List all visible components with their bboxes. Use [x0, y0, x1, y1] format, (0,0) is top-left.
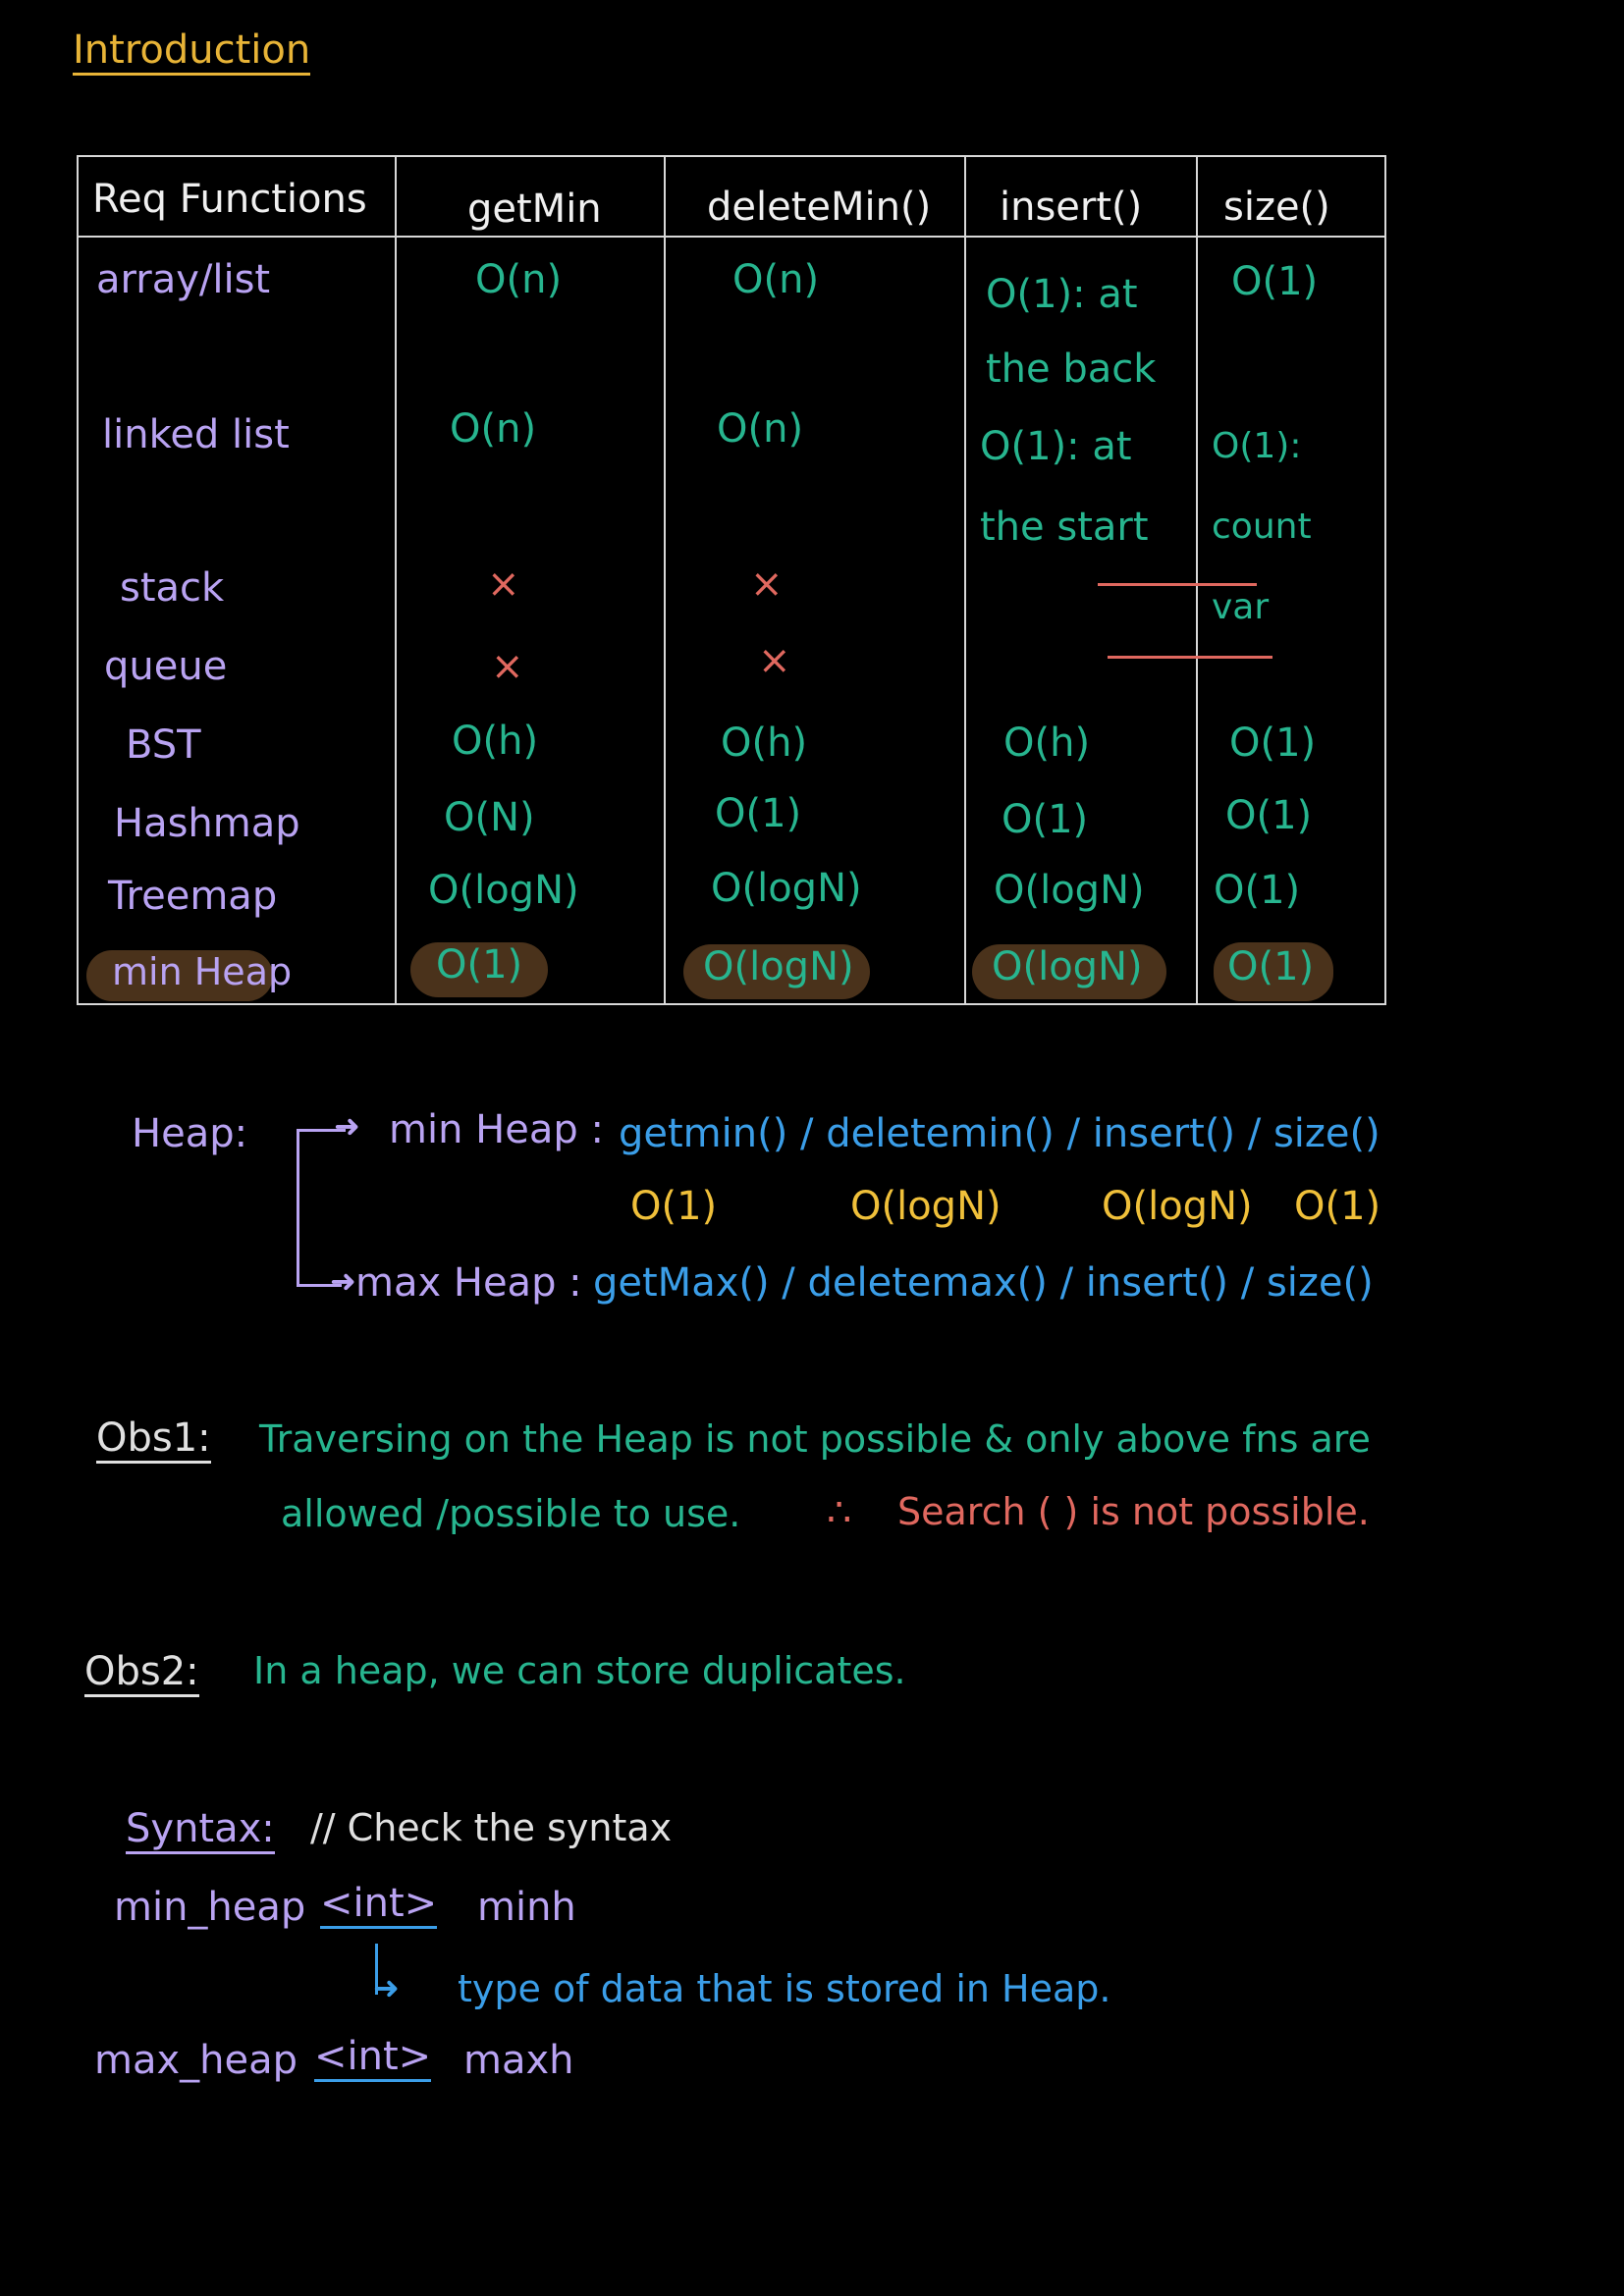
cell-insert: O(1): at the start: [980, 424, 1149, 550]
header-deletemin: deleteMin(): [707, 185, 932, 230]
cell-getmin: O(N): [444, 795, 535, 840]
max-heap-label: max Heap :: [355, 1260, 582, 1306]
cell-deletemin: O(n): [717, 406, 804, 452]
not-applicable-line: [1098, 583, 1257, 586]
max-heap-keyword: max_heap: [94, 2038, 298, 2083]
obs2-text: In a heap, we can store duplicates.: [253, 1649, 906, 1692]
row-label: min Heap: [112, 950, 293, 993]
cell-deletemin: O(1): [715, 791, 802, 836]
cell-size: O(1): [1231, 259, 1319, 304]
obs2-label: Obs2:: [84, 1649, 199, 1697]
cell-insert: O(1): [1001, 797, 1089, 842]
max-heap-type: <int>: [314, 2034, 432, 2082]
therefore-symbol: ∴: [827, 1490, 852, 1535]
cell-insert: O(h): [1003, 721, 1091, 766]
header-req-functions: Req Functions: [92, 177, 367, 222]
cell-deletemin: O(n): [732, 257, 820, 302]
cell-insert: O(logN): [992, 944, 1143, 989]
cell-getmin: ×: [491, 644, 524, 689]
min-complexity: O(1): [630, 1184, 718, 1229]
cell-getmin: O(n): [450, 406, 537, 452]
row-label: queue: [104, 644, 228, 689]
row-label: array/list: [96, 257, 271, 302]
min-complexity: O(logN): [850, 1184, 1001, 1229]
cell-insert: O(logN): [994, 868, 1145, 913]
not-applicable-line: [1108, 656, 1272, 659]
page-title: Introduction: [73, 27, 311, 76]
cell-size: O(1): [1229, 721, 1317, 766]
obs1-conclusion: Search ( ) is not possible.: [897, 1490, 1370, 1533]
table-header-divider: [79, 236, 1384, 238]
obs1-line2: allowed /possible to use.: [281, 1492, 741, 1535]
cell-getmin: O(h): [452, 719, 539, 764]
syntax-label: Syntax:: [126, 1806, 275, 1854]
cell-deletemin: O(h): [721, 721, 808, 766]
table-divider: [664, 157, 666, 1003]
row-label: Hashmap: [114, 801, 300, 846]
row-label: BST: [126, 722, 201, 768]
cell-insert: O(1): at the back: [986, 272, 1157, 392]
min-heap-keyword: min_heap: [114, 1885, 306, 1930]
branch-line: [297, 1129, 299, 1286]
table-divider: [964, 157, 966, 1003]
row-label: stack: [120, 565, 225, 611]
max-heap-functions: getMax() / deletemax() / insert() / size…: [593, 1260, 1374, 1306]
min-complexity: O(logN): [1102, 1184, 1253, 1229]
table-divider: [1196, 157, 1198, 1003]
header-getmin: getMin: [467, 187, 602, 232]
cell-size: O(1): [1225, 793, 1313, 838]
row-label: linked list: [102, 412, 290, 457]
cell-getmin: O(n): [475, 257, 563, 302]
cell-deletemin: O(logN): [711, 866, 862, 911]
min-heap-functions: getmin() / deletemin() / insert() / size…: [619, 1111, 1380, 1156]
obs1-label: Obs1:: [96, 1415, 211, 1464]
table-divider: [395, 157, 397, 1003]
min-heap-type: <int>: [320, 1881, 438, 1929]
arrow-right-icon: ➜: [334, 1107, 360, 1145]
cell-size: O(1): [1227, 944, 1315, 989]
min-heap-var: minh: [477, 1885, 576, 1930]
heap-label: Heap:: [132, 1111, 248, 1156]
max-heap-var: maxh: [463, 2038, 574, 2083]
cell-getmin: O(logN): [428, 868, 579, 913]
cell-getmin: ×: [487, 561, 520, 607]
cell-size: O(1): [1214, 868, 1301, 913]
cell-size: O(1): count var: [1212, 426, 1312, 627]
header-size: size(): [1223, 185, 1330, 230]
row-label: Treemap: [108, 874, 278, 919]
header-insert: insert(): [1000, 185, 1143, 230]
cell-getmin: O(1): [436, 942, 523, 988]
min-heap-label: min Heap :: [389, 1107, 604, 1152]
arrow-right-icon: ➜: [373, 1969, 400, 2006]
obs1-line1: Traversing on the Heap is not possible &…: [259, 1417, 1371, 1461]
cell-deletemin: O(logN): [703, 944, 854, 989]
arrow-right-icon: ➜: [330, 1262, 356, 1300]
cell-deletemin: ×: [758, 638, 791, 683]
cell-deletemin: ×: [750, 561, 784, 607]
min-complexity: O(1): [1294, 1184, 1381, 1229]
type-note: type of data that is stored in Heap.: [458, 1967, 1111, 2010]
syntax-comment: // Check the syntax: [310, 1806, 673, 1849]
